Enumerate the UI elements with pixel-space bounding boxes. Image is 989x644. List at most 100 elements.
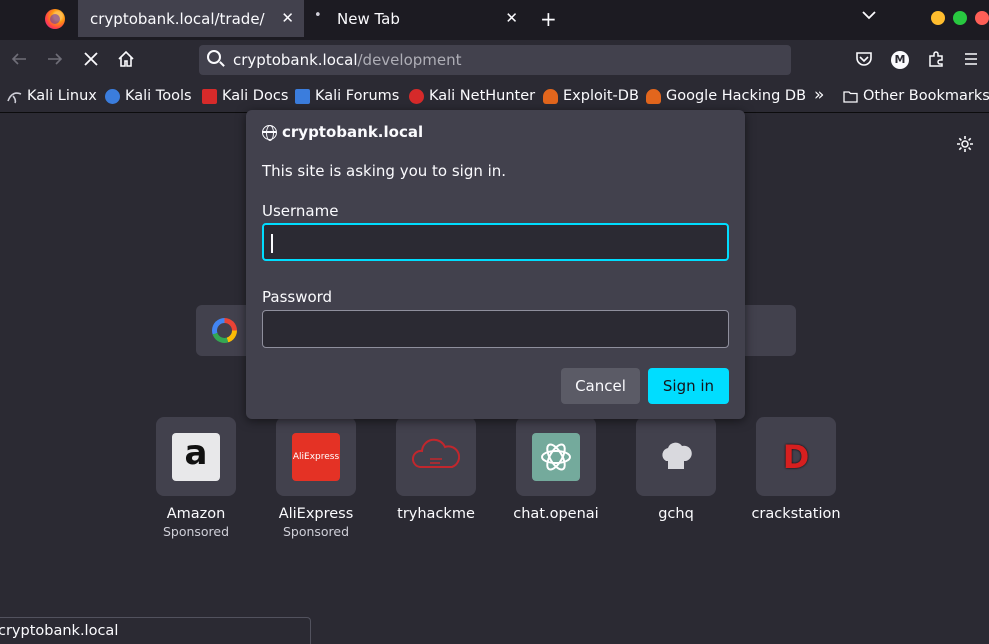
minimize-window-button[interactable]	[931, 11, 945, 25]
home-icon	[118, 50, 134, 67]
account-avatar[interactable]: M	[891, 51, 909, 69]
top-site-aliexpress[interactable]: AliExpress AliExpress Sponsored	[276, 417, 356, 539]
top-site-chat-openai[interactable]: chat.openai	[513, 417, 599, 522]
folder-icon	[843, 90, 858, 103]
top-site-label: Amazon	[166, 506, 226, 522]
dialog-host: cryptobank.local	[282, 123, 424, 141]
top-site-amazon[interactable]: a Amazon Sponsored	[156, 417, 236, 539]
tryhackme-cloud-icon	[412, 438, 460, 468]
url-host: cryptobank.local	[233, 51, 358, 69]
top-site-label: AliExpress	[278, 506, 354, 522]
maximize-window-button[interactable]	[953, 11, 967, 25]
tab-title: New Tab	[337, 10, 400, 28]
bookmark-label: Kali NetHunter	[429, 88, 536, 104]
openai-logo-icon	[532, 433, 580, 481]
new-tab-button[interactable]: +	[540, 7, 557, 31]
kali-docs-icon	[202, 88, 217, 104]
bookmark-label: Exploit-DB	[563, 88, 639, 104]
stop-icon	[84, 52, 98, 66]
tab-strip: cryptobank.local/trade/ ✕ • New Tab ✕ +	[0, 0, 989, 40]
crackstation-logo-icon: D	[782, 438, 810, 476]
kali-forums-icon	[295, 88, 310, 104]
top-site-tile[interactable]	[636, 417, 716, 496]
bookmark-label: Kali Docs	[222, 88, 289, 104]
globe-icon	[262, 125, 277, 141]
bookmarks-overflow-button[interactable]: »	[814, 85, 824, 105]
forward-button[interactable]	[46, 50, 64, 73]
top-site-label: gchq	[658, 506, 694, 522]
top-site-tryhackme[interactable]: tryhackme	[396, 417, 476, 522]
bookmark-kali-tools[interactable]: Kali Tools	[105, 88, 192, 104]
amazon-logo-icon: a	[172, 433, 220, 481]
tab-title: cryptobank.local/trade/	[90, 10, 265, 28]
puzzle-icon	[929, 51, 943, 67]
http-auth-dialog: cryptobank.local This site is asking you…	[246, 110, 745, 419]
text-caret	[271, 234, 273, 253]
bookmark-kali-nethunter[interactable]: Kali NetHunter	[409, 88, 535, 104]
top-site-tile[interactable]	[396, 417, 476, 496]
firefox-logo-icon[interactable]	[45, 9, 65, 29]
bookmark-label: Google Hacking DB	[666, 88, 807, 104]
status-panel: cryptobank.local	[0, 617, 311, 644]
bookmark-kali-docs[interactable]: Kali Docs	[202, 88, 288, 104]
home-button[interactable]	[117, 50, 135, 73]
extensions-button[interactable]	[927, 50, 945, 73]
chevron-down-icon	[862, 11, 876, 20]
url-bar[interactable]: cryptobank.local/development	[199, 45, 791, 75]
bookmark-other-bookmarks[interactable]: Other Bookmarks	[843, 88, 989, 104]
bookmark-kali-forums[interactable]: Kali Forums	[295, 88, 399, 104]
back-button[interactable]	[10, 50, 28, 73]
bookmark-google-hacking-db[interactable]: Google Hacking DB	[646, 88, 806, 104]
aliexpress-logo-icon: AliExpress	[292, 433, 340, 481]
kali-nethunter-icon	[409, 88, 424, 104]
hamburger-menu-icon	[965, 53, 977, 65]
close-window-button[interactable]	[975, 11, 989, 25]
ghdb-icon	[646, 88, 661, 104]
pocket-button[interactable]	[855, 50, 873, 73]
top-site-tile[interactable]	[516, 417, 596, 496]
personalize-button[interactable]	[956, 135, 974, 158]
username-label: Username	[262, 202, 339, 220]
tab-loading-dot: •	[314, 8, 322, 23]
url-text[interactable]: cryptobank.local/development	[233, 51, 462, 69]
bookmark-label: Other Bookmarks	[863, 88, 989, 104]
cancel-button[interactable]: Cancel	[561, 368, 640, 404]
bookmark-kali-linux[interactable]: Kali Linux	[7, 88, 97, 104]
list-all-tabs-button[interactable]	[861, 7, 877, 27]
top-site-crackstation[interactable]: D crackstation	[751, 417, 841, 522]
close-tab-icon[interactable]: ✕	[505, 9, 518, 27]
status-text: cryptobank.local	[0, 623, 119, 639]
stop-button[interactable]	[82, 50, 100, 73]
password-field[interactable]	[262, 310, 729, 348]
kali-icon	[7, 91, 22, 103]
pocket-icon	[856, 52, 872, 66]
bookmarks-toolbar: Kali Linux Kali Tools Kali Docs Kali For…	[0, 80, 989, 113]
search-icon	[207, 50, 221, 64]
top-site-label: tryhackme	[397, 506, 475, 522]
sponsored-label: Sponsored	[162, 524, 230, 539]
exploit-db-icon	[543, 88, 558, 104]
chef-hat-icon	[662, 442, 692, 469]
back-arrow-icon	[11, 53, 26, 65]
gear-icon	[957, 136, 973, 152]
bookmark-label: Kali Linux	[27, 88, 97, 104]
close-tab-icon[interactable]: ✕	[281, 9, 294, 27]
app-menu-button[interactable]	[962, 50, 980, 73]
sign-in-button[interactable]: Sign in	[648, 368, 729, 404]
top-site-tile[interactable]: a	[156, 417, 236, 496]
forward-arrow-icon	[48, 53, 63, 65]
top-site-gchq[interactable]: gchq	[636, 417, 716, 522]
bookmark-label: Kali Tools	[125, 88, 192, 104]
tab-cryptobank-trade[interactable]: cryptobank.local/trade/ ✕	[78, 0, 304, 37]
top-site-label: crackstation	[751, 506, 841, 522]
top-site-label: chat.openai	[513, 506, 599, 522]
top-site-tile[interactable]: D	[756, 417, 836, 496]
username-field[interactable]	[262, 223, 729, 261]
sponsored-label: Sponsored	[282, 524, 350, 539]
dialog-message: This site is asking you to sign in.	[262, 162, 507, 180]
tab-new-tab[interactable]: • New Tab ✕	[304, 0, 528, 36]
top-site-tile[interactable]: AliExpress	[276, 417, 356, 496]
bookmark-exploit-db[interactable]: Exploit-DB	[543, 88, 639, 104]
kali-tools-icon	[105, 88, 120, 104]
bookmark-label: Kali Forums	[315, 88, 400, 104]
